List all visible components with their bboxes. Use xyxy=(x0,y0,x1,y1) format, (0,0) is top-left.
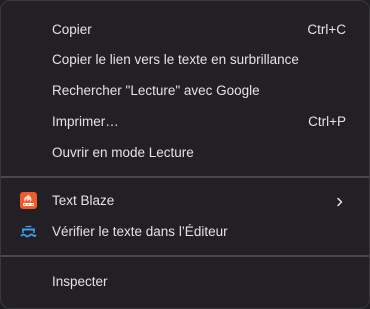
text-blaze-icon xyxy=(20,192,37,209)
menu-item-label: Inspecter xyxy=(52,274,108,289)
menu-item-shortcut: Ctrl+C xyxy=(307,22,346,37)
menu-separator xyxy=(1,255,369,257)
menu-separator xyxy=(1,176,369,178)
menu-item-reading-mode[interactable]: Ouvrir en mode Lecture xyxy=(1,137,369,168)
menu-item-shortcut: Ctrl+P xyxy=(308,114,346,129)
menu-item-copy-highlight-link[interactable]: Copier le lien vers le texte en surbrill… xyxy=(1,44,369,75)
editor-icon xyxy=(20,223,37,240)
menu-item-search-google[interactable]: Rechercher "Lecture" avec Google xyxy=(1,75,369,106)
chevron-right-icon xyxy=(335,195,345,207)
menu-item-label: Imprimer… xyxy=(52,114,119,129)
menu-item-label: Copier le lien vers le texte en surbrill… xyxy=(52,52,299,67)
menu-item-label: Text Blaze xyxy=(52,193,115,208)
menu-item-print[interactable]: Imprimer… Ctrl+P xyxy=(1,106,369,137)
menu-item-editor-check[interactable]: Vérifier le texte dans l’Éditeur xyxy=(1,216,369,247)
menu-item-label: Rechercher "Lecture" avec Google xyxy=(52,83,260,98)
menu-item-copy[interactable]: Copier Ctrl+C xyxy=(1,14,369,45)
menu-item-text-blaze[interactable]: Text Blaze xyxy=(1,185,369,216)
menu-item-label: Vérifier le texte dans l’Éditeur xyxy=(52,224,228,239)
menu-item-inspect[interactable]: Inspecter xyxy=(1,266,369,297)
context-menu: Copier Ctrl+C Copier le lien vers le tex… xyxy=(0,0,370,309)
menu-item-label: Ouvrir en mode Lecture xyxy=(52,145,194,160)
menu-item-label: Copier xyxy=(52,22,92,37)
